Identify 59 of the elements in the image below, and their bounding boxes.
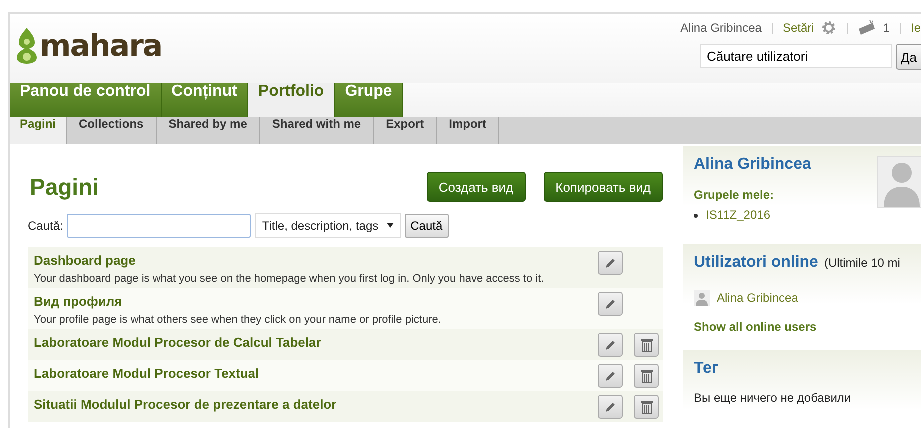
page-description: Your profile page is what others see when they click on your name or profile picture.	[34, 314, 442, 326]
message-count: 1	[883, 21, 890, 35]
edit-button[interactable]	[598, 292, 623, 316]
section-title: Тег	[694, 360, 720, 378]
edit-button[interactable]	[598, 333, 623, 357]
pencil-icon	[604, 369, 618, 383]
logout-link[interactable]: Ie	[910, 21, 921, 35]
trash-icon	[640, 400, 652, 414]
main-nav-tab[interactable]: Panou de control	[10, 83, 162, 117]
sub-nav-tab[interactable]: Shared with me	[260, 117, 374, 144]
pencil-icon	[604, 338, 618, 352]
main-nav-tab[interactable]: Conținut	[162, 83, 248, 117]
search-scope-dropdown[interactable]: Title, description, tags	[255, 213, 401, 238]
edit-button[interactable]	[598, 251, 623, 275]
sub-nav-tab[interactable]: Collections	[67, 117, 157, 144]
pencil-icon	[604, 256, 618, 270]
page-title: Pagini	[30, 174, 100, 200]
sub-nav-tab[interactable]: Import	[437, 117, 500, 144]
page-link[interactable]: Вид профиля	[34, 292, 442, 312]
pencil-icon	[604, 400, 618, 414]
trash-icon	[640, 338, 652, 352]
logo-icon	[16, 28, 38, 64]
edit-button[interactable]	[598, 395, 623, 419]
settings-link[interactable]: Setări	[782, 21, 814, 35]
group-link[interactable]: IS11Z_2016	[706, 208, 770, 222]
page-link[interactable]: Dashboard page	[34, 251, 544, 271]
page-description: Your dashboard page is what you see on the homepage when you first log in. Only you have access to it.	[34, 273, 544, 285]
sub-nav-tab[interactable]: Export	[374, 117, 438, 144]
search-field[interactable]	[67, 214, 252, 238]
logo-text: mahara	[40, 28, 162, 64]
bullet-icon	[694, 214, 698, 218]
delete-button[interactable]	[634, 364, 659, 388]
search-button[interactable]: Caută	[404, 214, 449, 238]
empty-message: Вы еще ничего не добавили	[694, 391, 852, 405]
delete-button[interactable]	[634, 395, 659, 419]
pencil-icon	[604, 297, 618, 311]
main-nav-tab[interactable]: Portfolio	[248, 83, 336, 117]
action-button[interactable]: Копировать вид	[544, 172, 663, 202]
sub-nav-tab[interactable]: Pagini	[10, 117, 68, 144]
caret-icon	[386, 223, 394, 228]
gear-icon[interactable]	[821, 20, 838, 36]
online-user-link[interactable]: Alina Gribincea	[717, 291, 798, 305]
section-title: Utilizatori online	[694, 254, 818, 272]
groups-label: Grupele mele:	[694, 188, 776, 202]
sub-nav-tab[interactable]: Shared by me	[156, 117, 260, 144]
user-name[interactable]: Alina Gribincea	[680, 21, 762, 35]
profile-name[interactable]: Alina Gribincea	[694, 156, 812, 174]
user-search-field[interactable]: Căutare utilizatori	[700, 44, 892, 68]
main-nav-tab[interactable]: Grupe	[335, 83, 404, 117]
action-button[interactable]: Создать вид	[426, 172, 526, 202]
user-icon	[694, 290, 710, 306]
search-button[interactable]: Да	[896, 44, 921, 70]
delete-button[interactable]	[634, 333, 659, 357]
avatar-icon	[877, 156, 921, 208]
trash-icon	[640, 369, 652, 383]
show-all-link[interactable]: Show all online users	[694, 320, 911, 334]
time-note: (Ultimile 10 mi	[824, 256, 900, 270]
edit-button[interactable]	[598, 364, 623, 388]
search-label: Caută:	[28, 218, 64, 232]
